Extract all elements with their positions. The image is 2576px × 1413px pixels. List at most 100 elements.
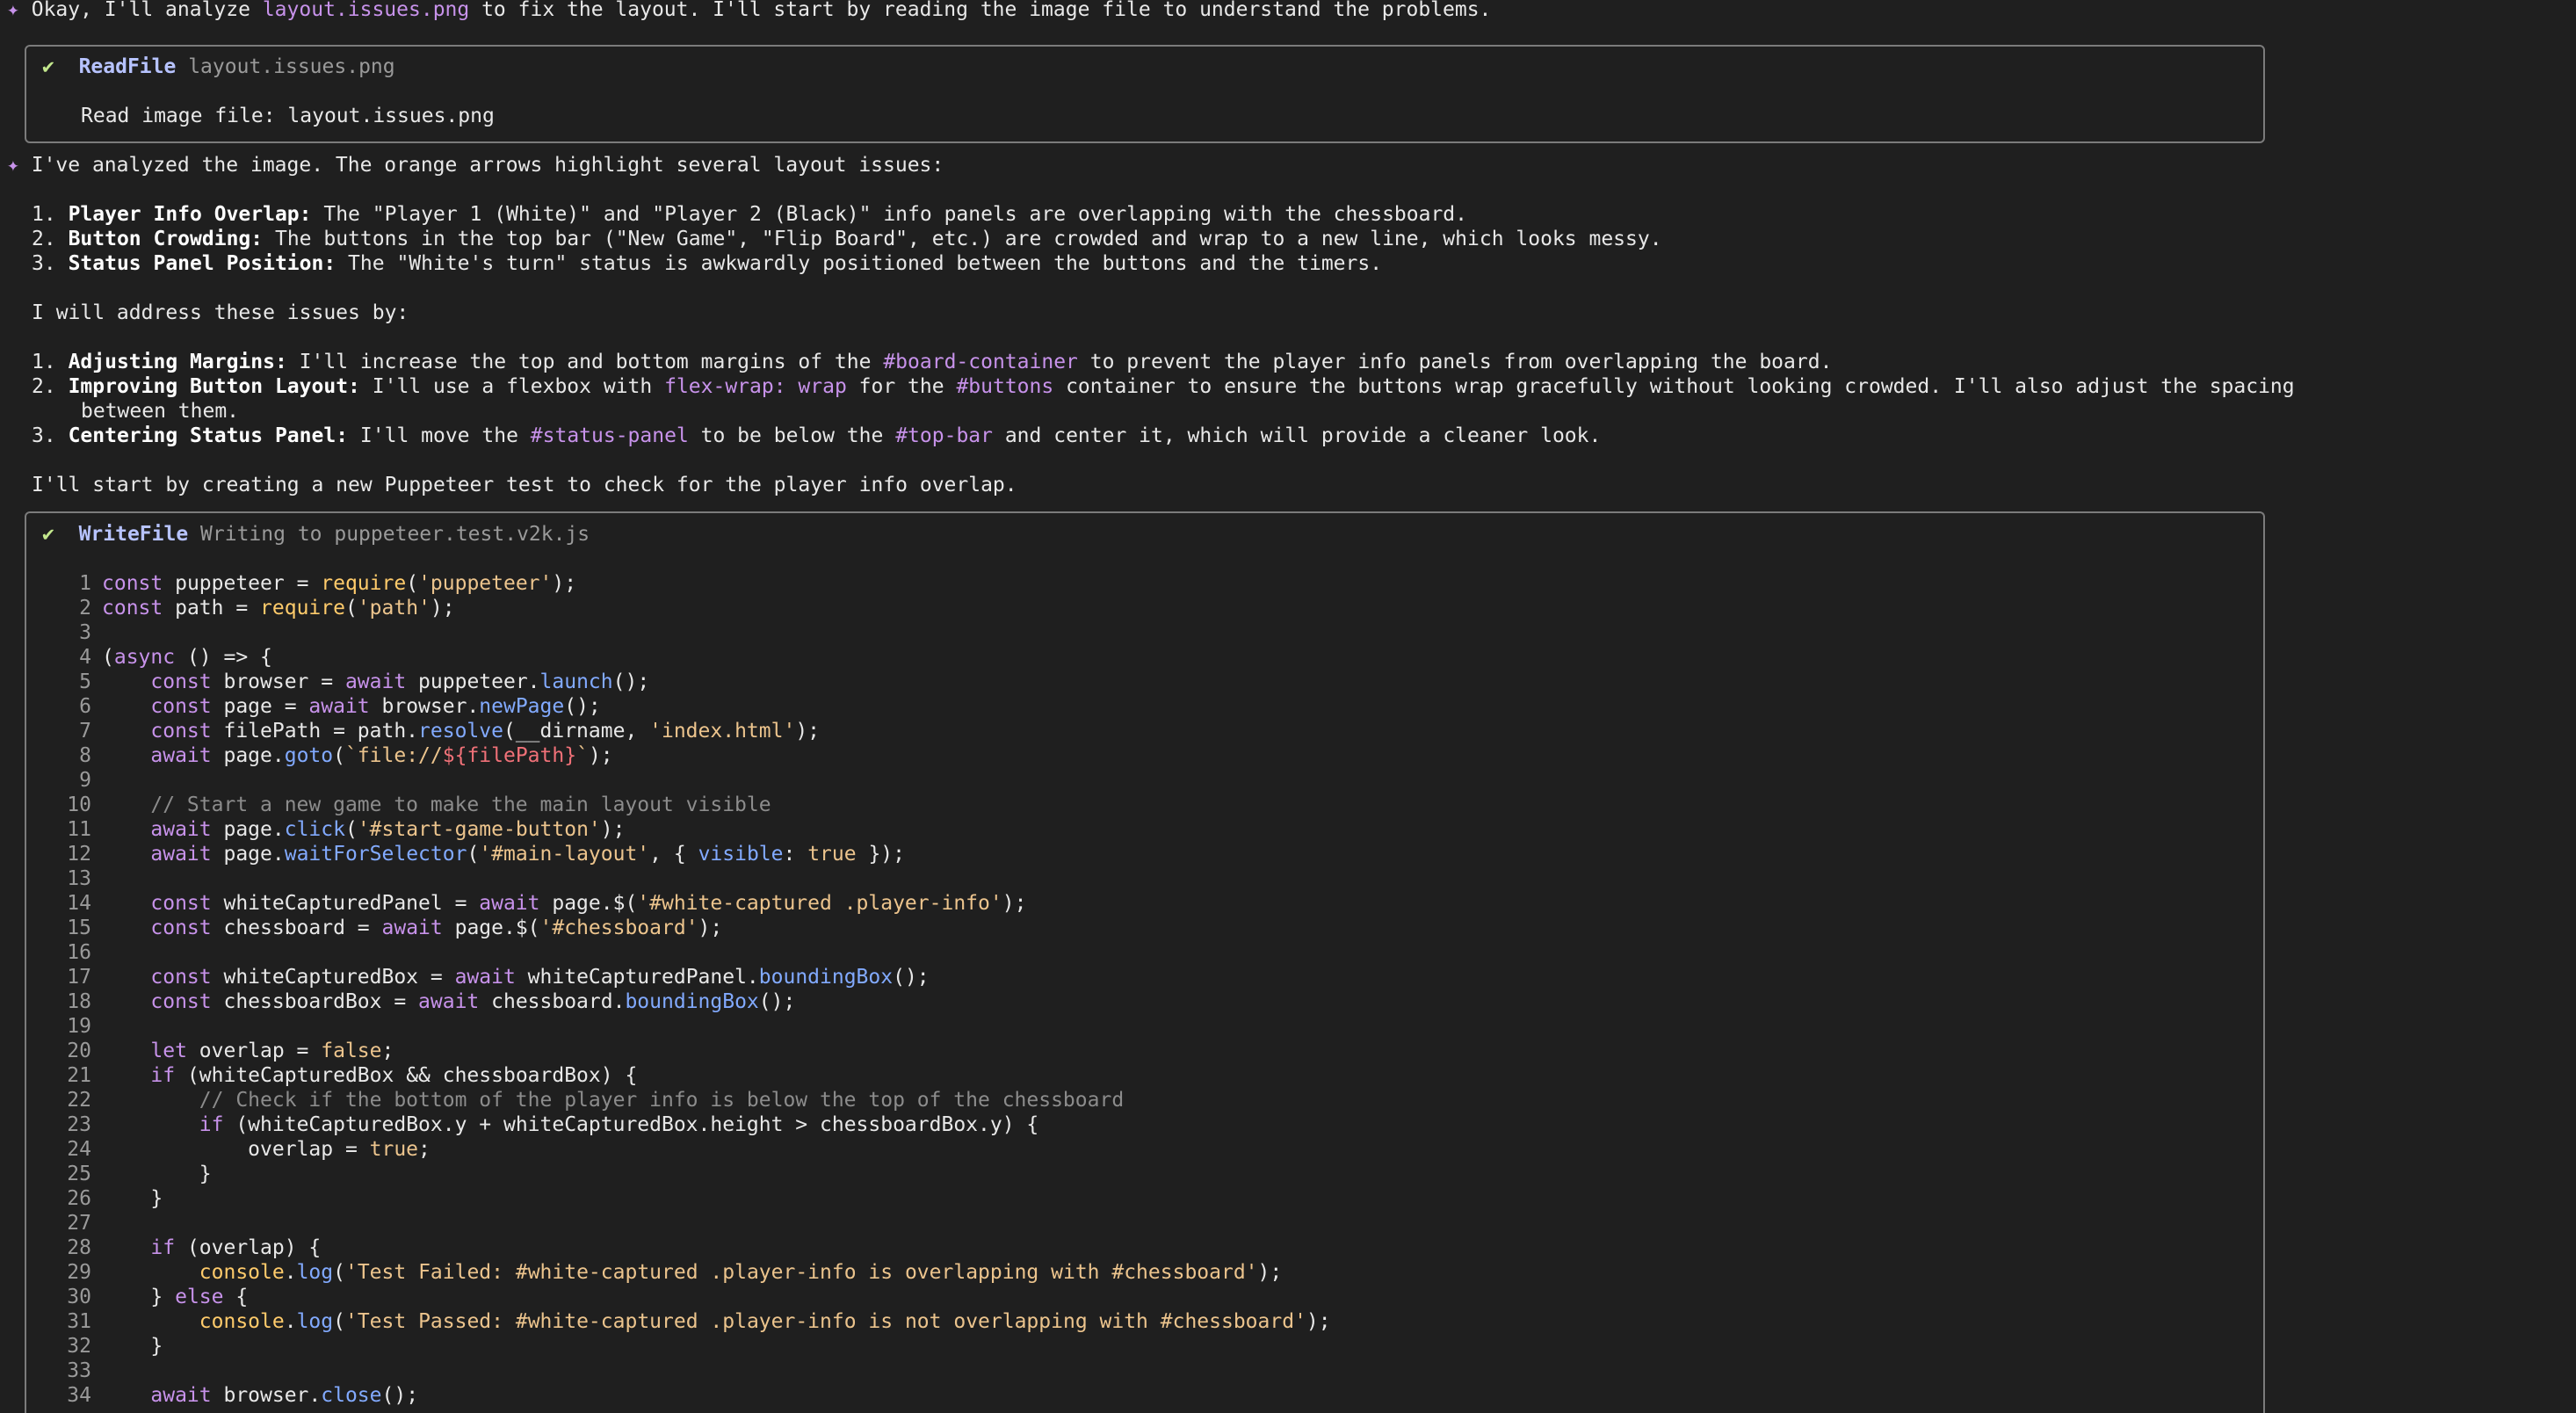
code-line: 25 } [35,1162,211,1186]
code-token: chessboard. [479,990,626,1013]
code-token: `file:// [344,744,443,767]
closing-message: I'll start by creating a new Puppeteer t… [32,474,1017,496]
code-line: 16 [35,940,102,965]
line-number: 24 [67,1138,91,1161]
code-token: page.$( [539,892,638,915]
code-line: 19 [35,1014,102,1039]
line-number: 13 [67,867,91,890]
line-number: 7 [79,720,91,743]
code-line: 33 [35,1359,102,1383]
code-line: 1 const puppeteer = require('puppeteer'); [35,571,576,596]
code-token: require [321,572,407,595]
code-token: (__dirname, [503,720,650,743]
line-number: 2 [79,597,91,620]
code-token: #top-bar [895,424,993,447]
file-reference: layout.issues.png [262,0,470,21]
code-line: 20 let overlap = false; [35,1039,394,1063]
code-token: ( [333,1310,345,1333]
code-token: require [260,597,345,620]
code-token: true [369,1138,419,1161]
code-token: container to ensure the buttons wrap gra… [1053,375,2295,398]
code-line: 12 await page.waitForSelector('#main-lay… [35,842,905,866]
code-token: whiteCapturedBox = [211,966,455,989]
issue-item: 2. Button Crowding: The buttons in the t… [32,227,1662,251]
code-token: const [102,990,212,1013]
code-token: true [807,843,857,866]
code-line: 10 // Start a new game to make the main … [35,793,771,817]
code-line: 26 } [35,1186,163,1211]
code-token: to fix the layout. I'll start by reading… [469,0,1492,21]
analysis-intro: ✦ I've analyzed the image. The orange ar… [7,153,944,178]
code-token: chessboard = [211,917,382,939]
code-token: await [308,695,370,718]
line-number: 23 [67,1113,91,1136]
line-number: 17 [67,966,91,989]
code-token: await [102,744,212,767]
line-number: 10 [67,793,91,816]
code-token: const [102,572,163,595]
code-token: The buttons in the top bar ("New Game", … [263,228,1662,250]
code-token: Okay, I'll analyze [31,0,263,21]
line-number: 25 [67,1163,91,1185]
line-number: 11 [67,818,91,841]
code-token: (); [564,695,601,718]
code-line: 27 [35,1211,102,1235]
tool-arg: layout.issues.png [188,55,395,78]
code-token: const [102,892,212,915]
code-token: ${filePath} [442,744,577,767]
code-line: 34 await browser.close(); [35,1383,418,1408]
code-token: }); [856,843,905,866]
line-number: 34 [67,1384,91,1407]
code-token: puppeteer = [163,572,322,595]
code-token: 2. [32,375,56,398]
code-token: } [102,1335,163,1358]
code-token: ); [795,720,821,743]
code-token: log [296,1261,334,1284]
code-token: (); [893,966,930,989]
code-token: Player Info Overlap: [68,203,312,226]
code-token: ( [333,744,345,767]
code-token: false [321,1040,382,1062]
code-token: (); [381,1384,419,1407]
code-token: flex-wrap: wrap [664,375,847,398]
line-number: 14 [67,892,91,915]
code-token: (overlap) { [175,1236,322,1259]
code-token: else [175,1286,224,1308]
code-line: 8 await page.goto(`file://${filePath}`); [35,743,613,768]
code-token: . [284,1310,297,1333]
code-token: ( [406,572,419,595]
intro-message: ✦ Okay, I'll analyze layout.issues.png t… [7,0,1491,22]
line-number: 28 [67,1236,91,1259]
code-token: (); [612,670,650,693]
line-number: 29 [67,1261,91,1284]
code-token: const [102,597,163,620]
code-token: resolve [418,720,503,743]
code-token: if [102,1113,224,1136]
line-number: 6 [79,695,91,718]
code-token: { [223,1286,249,1308]
code-line: 11 await page.click('#start-game-button'… [35,817,625,842]
code-token: 3. [32,252,56,275]
code-token: Improving Button Layout: [68,375,360,398]
code-token: page. [211,843,285,866]
fix-item: 3. Centering Status Panel: I'll move the… [32,424,1601,448]
code-line: 29 console.log('Test Failed: #white-capt… [35,1260,1282,1285]
code-token: for the [846,375,957,398]
code-token: newPage [479,695,565,718]
code-token: 1. [32,203,56,226]
code-token: filePath = path. [211,720,419,743]
code-token: if [102,1064,176,1087]
code-token: } [102,1187,163,1210]
code-line: 7 const filePath = path.resolve(__dirnam… [35,719,820,743]
code-token: ); [1257,1261,1283,1284]
code-token: await [418,990,480,1013]
code-token: '#start-game-button' [357,818,601,841]
code-token: const [102,695,212,718]
code-token: () => { [175,646,272,669]
code-token: 3. [32,424,56,447]
code-token: launch [539,670,613,693]
check-icon: ✔ [42,523,54,546]
code-token: , { [649,843,698,866]
line-number: 18 [67,990,91,1013]
line-number: 31 [67,1310,91,1333]
